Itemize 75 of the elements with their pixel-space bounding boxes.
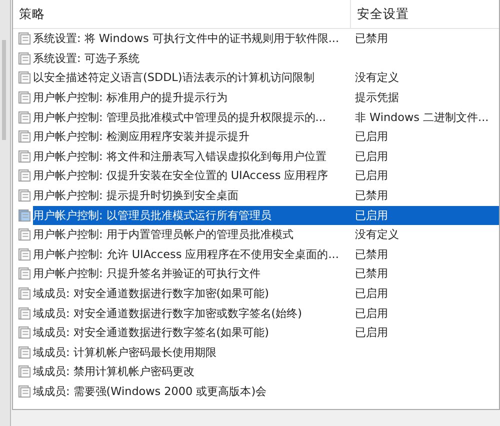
- security-setting: 已启用: [354, 148, 388, 164]
- scrollbar-thumb[interactable]: [2, 40, 6, 140]
- policy-row[interactable]: 域成员: 对安全通道数据进行数字签名(如果可能) 已启用: [32, 323, 499, 342]
- policy-name: 域成员: 禁用计算机帐户密码更改: [32, 364, 196, 380]
- security-setting: 已禁用: [354, 188, 388, 204]
- column-header[interactable]: 安全设置: [350, 0, 409, 28]
- security-setting: 没有定义: [354, 227, 399, 242]
- column-header[interactable]: 策略: [12, 0, 351, 28]
- policy-name: 用户帐户控制: 将文件和注册表写入错误虚拟化到每用户位置: [32, 148, 328, 164]
- policy-row[interactable]: 以安全描述符定义语言(SDDL)语法表示的计算机访问限制 没有定义: [32, 68, 499, 88]
- policy-icon: [18, 287, 31, 300]
- security-setting: 已启用: [354, 286, 388, 302]
- policy-icon: [18, 110, 31, 124]
- policy-icon: [18, 365, 31, 378]
- policy-name: 用户帐户控制: 检测应用程序安装并提示提升: [32, 129, 250, 144]
- policy-icon: [18, 91, 31, 104]
- policy-icon: [18, 248, 31, 261]
- policy-name: 用户帐户控制: 只提升签名并验证的可执行文件: [32, 266, 262, 282]
- policy-name: 以安全描述符定义语言(SDDL)语法表示的计算机访问限制: [32, 70, 316, 86]
- policy-name: 用户帐户控制: 用于内置管理员帐户的管理员批准模式: [32, 227, 294, 242]
- policy-name: 用户帐户控制: 允许 UIAccess 应用程序在不使用安全桌面的...: [32, 246, 340, 262]
- security-setting: 已启用: [354, 208, 388, 223]
- policy-row[interactable]: 用户帐户控制: 仅提升安装在安全位置的 UIAccess 应用程序 已启用: [32, 166, 499, 186]
- policy-icon: [18, 150, 31, 163]
- policy-icon: [18, 71, 31, 84]
- policy-icon: [18, 52, 31, 65]
- security-setting: 非 Windows 二进制文件...: [354, 110, 489, 125]
- policy-icon: [18, 130, 31, 144]
- policy-row[interactable]: 用户帐户控制: 管理员批准模式中管理员的提升权限提示的... 非 Windows 二进制文件...: [32, 108, 499, 127]
- policy-name: 域成员: 需要强(Windows 2000 或更高版本)会: [32, 384, 268, 399]
- policy-row[interactable]: 域成员: 对安全通道数据进行数字加密或数字签名(始终) 已启用: [32, 304, 499, 323]
- policy-icon: [18, 326, 31, 340]
- policy-icon: [18, 189, 31, 202]
- policy-row[interactable]: 用户帐户控制: 检测应用程序安装并提示提升 已启用: [32, 127, 499, 146]
- policy-name: 域成员: 对安全通道数据进行数字加密或数字签名(始终): [32, 306, 304, 321]
- security-setting: 已启用: [354, 129, 388, 144]
- policy-icon: [18, 228, 31, 242]
- policy-icon: [18, 384, 31, 398]
- policy-name: 域成员: 计算机帐户密码最长使用期限: [32, 344, 218, 360]
- policy-row[interactable]: 域成员: 对安全通道数据进行数字加密(如果可能) 已启用: [32, 284, 499, 304]
- policy-name: 系统设置: 可选子系统: [32, 50, 140, 66]
- policy-name: 用户帐户控制: 提示提升时切换到安全桌面: [32, 188, 240, 204]
- policy-row[interactable]: 域成员: 需要强(Windows 2000 或更高版本)会: [32, 382, 499, 401]
- policy-row[interactable]: 用户帐户控制: 只提升签名并验证的可执行文件 已禁用: [32, 264, 499, 284]
- policy-icon: [18, 267, 31, 280]
- security-setting: 已启用: [354, 306, 388, 321]
- policy-name: 域成员: 对安全通道数据进行数字加密(如果可能): [32, 286, 270, 302]
- policy-row[interactable]: 用户帐户控制: 提示提升时切换到安全桌面 已禁用: [32, 186, 499, 206]
- policy-name: 用户帐户控制: 以管理员批准模式运行所有管理员: [32, 208, 272, 223]
- policy-icon: [18, 306, 31, 320]
- policy-name: 用户帐户控制: 管理员批准模式中管理员的提升权限提示的...: [32, 110, 327, 125]
- policy-row[interactable]: 用户帐户控制: 将文件和注册表写入错误虚拟化到每用户位置 已启用: [32, 146, 499, 166]
- security-setting: 已禁用: [354, 266, 388, 282]
- policy-icon: [18, 169, 31, 182]
- policy-row[interactable]: 域成员: 计算机帐户密码最长使用期限: [32, 342, 499, 362]
- policy-row[interactable]: 用户帐户控制: 标准用户的提升提示行为 提示凭据: [32, 88, 499, 108]
- security-setting: 已禁用: [354, 246, 388, 262]
- policy-row[interactable]: 域成员: 禁用计算机帐户密码更改: [32, 362, 499, 382]
- policy-icon: [18, 32, 31, 46]
- security-setting: 已启用: [354, 168, 388, 184]
- security-setting: 没有定义: [354, 70, 399, 86]
- policy-row[interactable]: 用户帐户控制: 用于内置管理员帐户的管理员批准模式 没有定义: [32, 225, 499, 244]
- policy-name: 用户帐户控制: 仅提升安装在安全位置的 UIAccess 应用程序: [32, 168, 330, 184]
- policy-row[interactable]: 系统设置: 可选子系统: [32, 48, 499, 68]
- policy-name: 域成员: 对安全通道数据进行数字签名(如果可能): [32, 325, 270, 340]
- policy-row[interactable]: 用户帐户控制: 以管理员批准模式运行所有管理员 已启用: [32, 206, 499, 225]
- security-setting: 已禁用: [354, 31, 388, 46]
- policy-name: 系统设置: 将 Windows 可执行文件中的证书规则用于软件限...: [32, 31, 340, 46]
- policy-name: 用户帐户控制: 标准用户的提升提示行为: [32, 90, 228, 106]
- security-setting: 已启用: [354, 325, 388, 340]
- policy-row[interactable]: 系统设置: 将 Windows 可执行文件中的证书规则用于软件限... 已禁用: [32, 29, 499, 48]
- policy-icon: [18, 208, 31, 222]
- policy-row[interactable]: 用户帐户控制: 允许 UIAccess 应用程序在不使用安全桌面的... 已禁用: [32, 244, 499, 264]
- policy-icon: [18, 346, 31, 359]
- security-setting: 提示凭据: [354, 90, 399, 106]
